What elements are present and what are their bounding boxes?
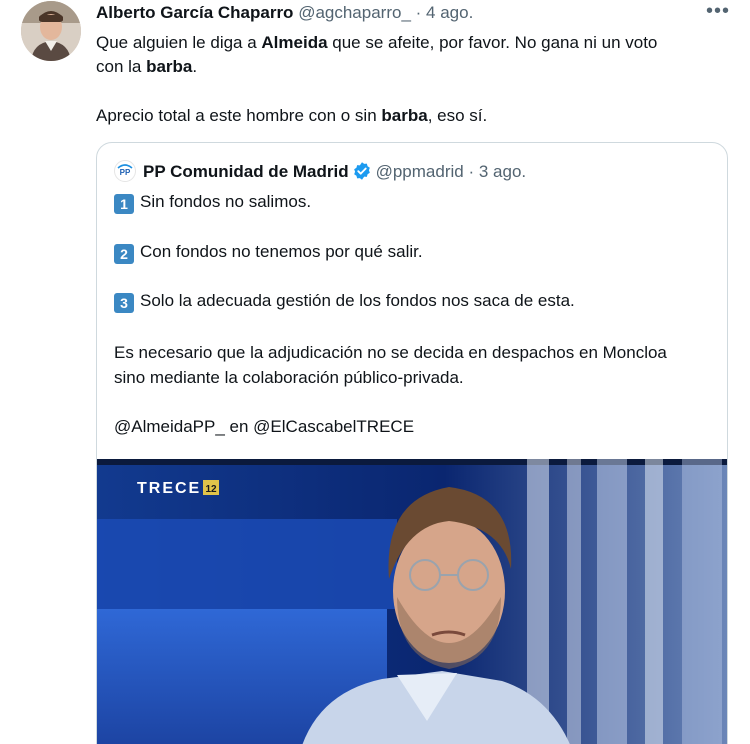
author-handle[interactable]: @agchaparro_ xyxy=(298,3,411,22)
author-name[interactable]: Alberto García Chaparro xyxy=(96,3,293,22)
channel-badge: 12 xyxy=(205,484,217,495)
more-options-icon[interactable]: ••• xyxy=(706,1,730,21)
tweet: Alberto García Chaparro @agchaparro_ · 4… xyxy=(0,0,750,744)
tweet-text-line: con la barba. xyxy=(96,55,197,79)
bold-text: Almeida xyxy=(261,33,328,52)
list-item-text: Con fondos no tenemos por qué salir. xyxy=(140,242,423,261)
mention-separator: en xyxy=(224,417,254,436)
list-item-text: Sin fondos no salimos. xyxy=(140,192,312,211)
video-thumbnail[interactable]: TRECE 12 xyxy=(97,459,727,744)
mention-link[interactable]: @ElCascabelTRECE xyxy=(253,417,414,436)
quoted-author-name[interactable]: PP Comunidad de Madrid xyxy=(143,162,349,181)
tweet-text: con la xyxy=(96,57,147,76)
bold-text: barba xyxy=(146,57,193,76)
quoted-avatar-text: PP xyxy=(120,168,131,177)
quoted-avatar[interactable]: PP xyxy=(114,160,136,182)
separator-dot: · xyxy=(415,3,422,22)
tweet-text: que se afeite, por favor. No gana ni un … xyxy=(327,33,658,52)
quoted-handle[interactable]: @ppmadrid xyxy=(376,162,464,181)
quoted-tweet-card[interactable]: PP PP Comunidad de Madrid @ppmadrid · 3 … xyxy=(96,142,728,744)
channel-logo: TRECE xyxy=(137,480,201,497)
keycap-3-icon: 3 xyxy=(114,293,134,313)
author-avatar[interactable] xyxy=(21,1,81,61)
keycap-1-icon: 1 xyxy=(114,194,134,214)
bold-text: barba xyxy=(381,106,428,125)
tweet-date[interactable]: 4 ago. xyxy=(426,3,473,22)
quoted-header: PP Comunidad de Madrid @ppmadrid · 3 ago… xyxy=(143,161,526,182)
mention-link[interactable]: @AlmeidaPP_ xyxy=(114,417,225,436)
tweet-text: . xyxy=(192,57,198,76)
tweet-text: , eso sí. xyxy=(427,106,488,125)
tweet-text: Que alguien le diga a xyxy=(96,33,262,52)
list-item: 2 Con fondos no tenemos por qué salir. xyxy=(114,240,423,264)
keycap-2-icon: 2 xyxy=(114,244,134,264)
quoted-paragraph: Es necesario que la adjudicación no se d… xyxy=(114,343,667,362)
tweet-header: Alberto García Chaparro @agchaparro_ · 4… xyxy=(96,3,473,23)
list-item: 1 Sin fondos no salimos. xyxy=(114,190,311,214)
tweet-text-line: Aprecio total a este hombre con o sin ba… xyxy=(96,104,487,128)
quoted-date[interactable]: 3 ago. xyxy=(479,162,526,181)
verified-badge-icon xyxy=(353,162,370,180)
tweet-text-line: Que alguien le diga a Almeida que se afe… xyxy=(96,31,657,55)
tweet-text: Aprecio total a este hombre con o sin xyxy=(96,106,382,125)
separator-dot: · xyxy=(468,162,475,181)
quoted-paragraph: sino mediante la colaboración público-pr… xyxy=(114,368,464,387)
list-item-text: Solo la adecuada gestión de los fondos n… xyxy=(140,291,575,310)
mentions-line: @AlmeidaPP_ en @ElCascabelTRECE xyxy=(114,415,414,439)
list-item: 3 Solo la adecuada gestión de los fondos … xyxy=(114,289,575,313)
